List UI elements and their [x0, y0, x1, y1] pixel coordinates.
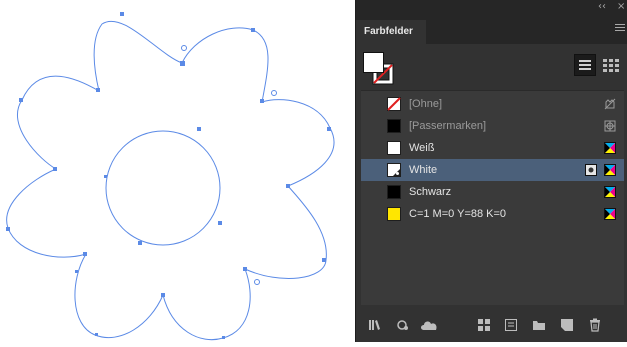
swatch-name: Weiß [409, 142, 435, 154]
cmyk-icon [604, 186, 616, 198]
swatch-row-weiss[interactable]: Weiß [361, 137, 624, 159]
swatch-options-grid-icon[interactable] [477, 318, 491, 332]
swatch-name: Schwarz [409, 186, 452, 198]
flower-path[interactable] [6, 21, 335, 341]
anchor-points[interactable] [6, 12, 331, 339]
cmyk-icon [604, 164, 616, 176]
cmyk-icon [604, 142, 616, 154]
swatch-color-chip [387, 207, 401, 221]
swatch-row-schwarz[interactable]: Schwarz [361, 181, 624, 203]
fill-stroke-icon[interactable] [363, 52, 395, 86]
list-view-icon[interactable] [574, 54, 596, 76]
swatch-row-ohne[interactable]: [Ohne] [361, 93, 624, 115]
swatch-name: [Ohne] [409, 98, 443, 110]
spot-color-icon [585, 164, 597, 176]
panel-titlebar[interactable]: ‹‹ × [356, 0, 627, 16]
tab-swatches[interactable]: Farbfelder [356, 20, 426, 44]
swatch-row-passermarken[interactable]: [Passermarken] [361, 115, 624, 137]
artboard-canvas[interactable] [0, 0, 355, 342]
swatch-name: C=1 M=0 Y=88 K=0 [409, 208, 507, 220]
cc-libraries-icon[interactable] [420, 318, 440, 332]
new-color-group-icon[interactable] [504, 318, 518, 332]
swatch-white-spot-icon [387, 163, 401, 177]
collapse-icon[interactable]: ‹‹ [598, 1, 606, 12]
swatch-none-icon [387, 97, 401, 111]
panel-menu-icon[interactable] [615, 24, 625, 36]
registration-icon [604, 120, 616, 132]
new-swatch-icon[interactable] [560, 318, 574, 332]
swatch-libraries-icon[interactable] [368, 318, 382, 332]
swatch-color-chip [387, 119, 401, 133]
swatch-name: [Passermarken] [409, 120, 487, 132]
panel-tab-row: Farbfelder [356, 16, 627, 44]
swatch-name: White [409, 164, 438, 176]
swatch-row-white[interactable]: White [361, 159, 624, 181]
show-kinds-icon[interactable] [396, 318, 410, 332]
swatch-list[interactable]: [Ohne] [Passermarken] Weiß White Schwarz… [361, 90, 624, 305]
handle-circles[interactable] [181, 45, 277, 285]
close-icon[interactable]: × [617, 1, 625, 12]
swatch-color-chip [387, 185, 401, 199]
panel-bottom-toolbar [356, 312, 627, 342]
cmyk-icon [604, 208, 616, 220]
swatches-panel: ‹‹ × Farbfelder [Ohne] [Passermarken] We… [355, 0, 627, 342]
swatch-color-chip [387, 141, 401, 155]
trash-icon[interactable] [588, 318, 602, 332]
swatch-row-yellow[interactable]: C=1 M=0 Y=88 K=0 [361, 203, 624, 225]
grid-view-icon[interactable] [600, 54, 622, 76]
no-edit-icon [604, 98, 616, 110]
folder-icon[interactable] [532, 318, 546, 332]
